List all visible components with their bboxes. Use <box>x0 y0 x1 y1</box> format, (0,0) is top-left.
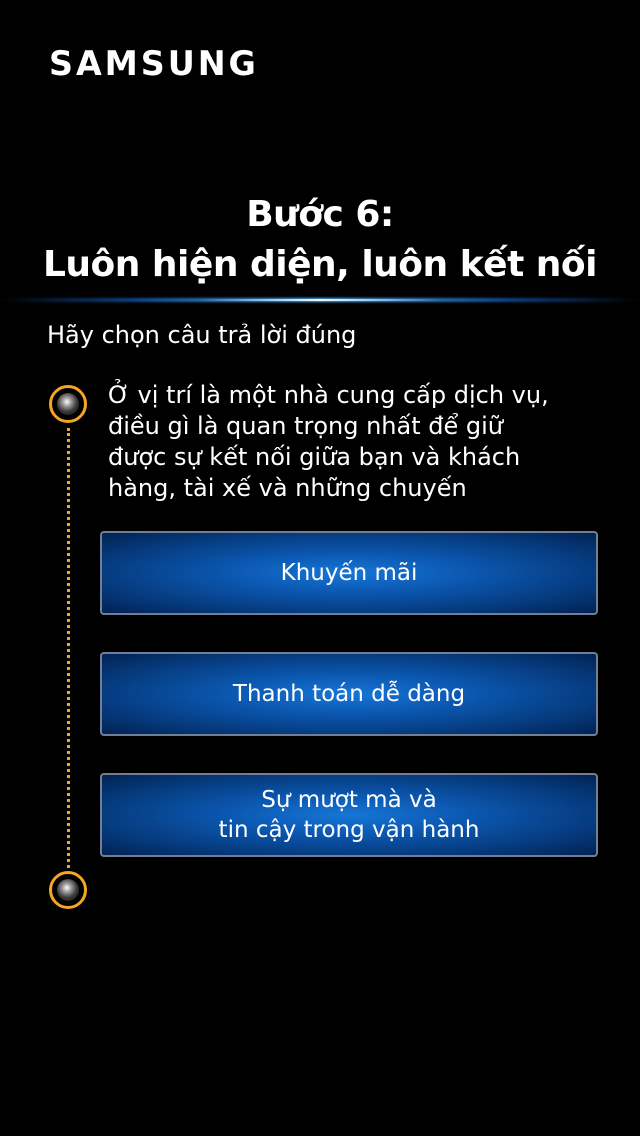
timeline-node-icon <box>49 871 87 909</box>
answer-option-label: Thanh toán dễ dàng <box>232 681 466 707</box>
timeline-node-icon <box>49 385 87 423</box>
step-title: Bước 6: <box>246 194 394 235</box>
answer-option-label: Khuyến mãi <box>280 560 418 586</box>
step-subtitle: Luôn hiện diện, luôn kết nối <box>42 244 598 285</box>
question-line: điều gì là quan trọng nhất để giữ <box>108 412 503 440</box>
answer-option-smooth-reliable[interactable]: Sự mượt mà và tin cậy trong vận hành <box>100 773 598 857</box>
instruction-text: Hãy chọn câu trả lời đúng <box>47 321 357 349</box>
timeline-dotted-line <box>67 428 70 868</box>
answer-option-label: Sự mượt mà và tin cậy trong vận hành <box>218 787 480 843</box>
samsung-logo: SAMSUNG <box>49 44 259 84</box>
question-line: hàng, tài xế và những chuyến <box>108 474 467 502</box>
answer-option-promotion[interactable]: Khuyến mãi <box>100 531 598 615</box>
glow-divider-core <box>200 299 440 301</box>
answer-option-easy-payment[interactable]: Thanh toán dễ dàng <box>100 652 598 736</box>
question-line: được sự kết nối giữa bạn và khách <box>108 443 521 471</box>
question-text: Ở vị trí là một nhà cung cấp dịch vụ, đi… <box>108 380 608 504</box>
quiz-screen: SAMSUNG Bước 6: Luôn hiện diện, luôn kết… <box>0 0 640 1136</box>
question-line: Ở vị trí là một nhà cung cấp dịch vụ, <box>108 381 549 409</box>
